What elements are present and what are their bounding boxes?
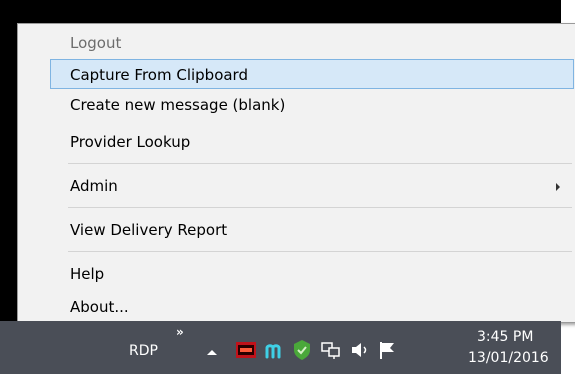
menu-item-label: Admin bbox=[70, 177, 118, 195]
menu-separator bbox=[68, 207, 572, 208]
menu-item-label: Help bbox=[70, 265, 105, 283]
menu-separator bbox=[68, 251, 572, 252]
tray-context-menu: Logout Capture From Clipboard Create new… bbox=[17, 23, 575, 323]
clock-date[interactable]: 13/01/2016 bbox=[468, 350, 549, 366]
action-center-flag-icon[interactable] bbox=[378, 340, 396, 360]
green-shield-icon[interactable] bbox=[292, 339, 312, 361]
toolbar-overflow-chevron-icon[interactable]: » bbox=[176, 325, 184, 339]
clock-time[interactable]: 3:45 PM bbox=[477, 329, 533, 345]
menu-item-view-delivery-report[interactable]: View Delivery Report bbox=[50, 215, 574, 245]
menu-separator bbox=[68, 163, 572, 164]
menu-item-logout[interactable]: Logout bbox=[50, 28, 574, 58]
red-app-icon[interactable] bbox=[236, 342, 256, 358]
menu-item-capture-from-clipboard[interactable]: Capture From Clipboard bbox=[50, 59, 574, 89]
menu-item-label: Create new message (blank) bbox=[70, 96, 286, 114]
submenu-arrow-icon bbox=[556, 183, 560, 191]
menu-item-about[interactable]: About... bbox=[50, 292, 574, 322]
menu-item-label: About... bbox=[70, 298, 129, 316]
menu-item-label: Provider Lookup bbox=[70, 133, 191, 151]
rdp-toolbar-label[interactable]: RDP bbox=[129, 343, 158, 359]
menu-item-provider-lookup[interactable]: Provider Lookup bbox=[50, 127, 574, 157]
taskbar: RDP » 3:45 PM 13/01/2016 bbox=[0, 321, 561, 374]
volume-icon[interactable] bbox=[350, 341, 370, 359]
show-hidden-icons-arrow-icon[interactable] bbox=[207, 349, 217, 356]
m-app-icon[interactable] bbox=[264, 340, 286, 360]
menu-item-label: Capture From Clipboard bbox=[70, 66, 248, 84]
network-icon[interactable] bbox=[321, 341, 341, 359]
menu-item-label: View Delivery Report bbox=[70, 221, 228, 239]
menu-item-label: Logout bbox=[70, 34, 122, 52]
menu-item-create-new-message[interactable]: Create new message (blank) bbox=[50, 90, 574, 120]
menu-item-help[interactable]: Help bbox=[50, 259, 574, 289]
menu-item-admin[interactable]: Admin bbox=[50, 171, 574, 201]
